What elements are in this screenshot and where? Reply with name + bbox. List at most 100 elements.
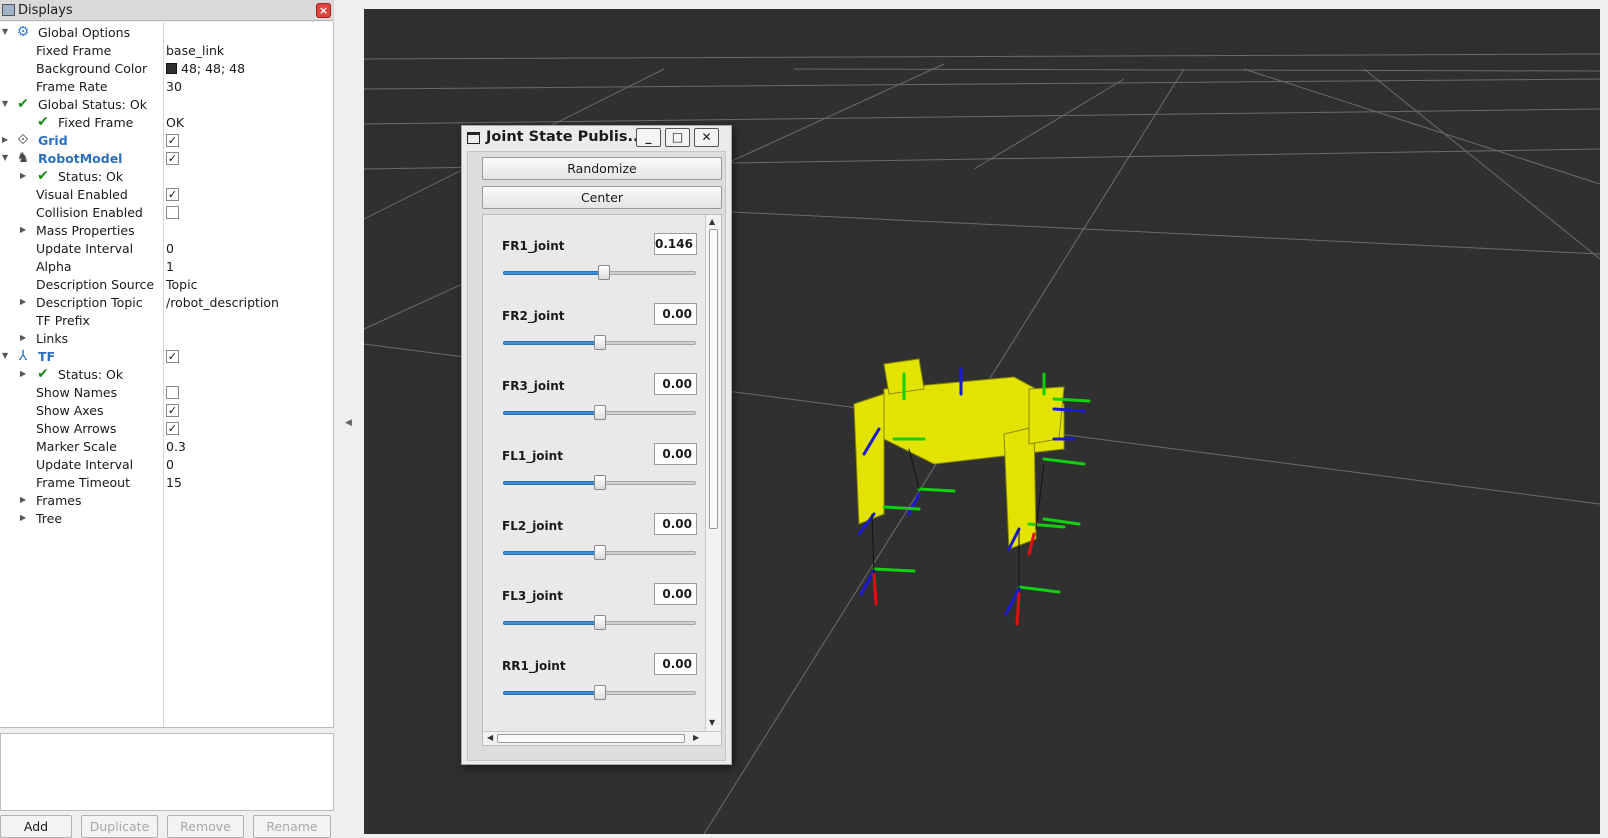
tree-row-show-arrows[interactable]: Show Arrows ✓ [0, 419, 333, 437]
tree-row-mass-properties[interactable]: ▶ Mass Properties [0, 221, 333, 239]
row-value[interactable]: /robot_description [166, 295, 279, 310]
row-value[interactable]: base_link [166, 43, 224, 58]
tf-checkbox[interactable]: ✓ [166, 350, 179, 363]
joint-value-field[interactable]: 0.00 [654, 303, 697, 325]
grid-checkbox[interactable]: ✓ [166, 134, 179, 147]
joint-value-field[interactable]: 0.00 [654, 443, 697, 465]
tree-row-tree[interactable]: ▶ Tree [0, 509, 333, 527]
tree-row-tf-status[interactable]: ▶ ✔ Status: Ok [0, 365, 333, 383]
scroll-left-icon[interactable]: ◀ [487, 733, 493, 742]
joint-slider-handle[interactable] [597, 265, 610, 280]
joint-slider-handle[interactable] [593, 405, 606, 420]
joint-value-field[interactable]: 0.00 [654, 653, 697, 675]
joint-slider-handle[interactable] [593, 615, 606, 630]
scroll-up-icon[interactable]: ▲ [709, 217, 715, 226]
joint-slider-handle[interactable] [593, 475, 606, 490]
visual-enabled-checkbox[interactable]: ✓ [166, 188, 179, 201]
tree-row-tf-update-interval[interactable]: Update Interval 0 [0, 455, 333, 473]
tree-row-marker-scale[interactable]: Marker Scale 0.3 [0, 437, 333, 455]
close-icon[interactable]: × [316, 3, 331, 18]
close-button[interactable]: ✕ [694, 128, 719, 147]
joint-list-scroll-area[interactable]: FR1_joint 0.146 FR2_joint 0.00 FR3_joint 0.00… [482, 214, 722, 746]
expand-arrow-icon[interactable]: ▼ [2, 27, 10, 37]
collapsed-arrow-icon[interactable]: ▶ [20, 171, 28, 181]
horizontal-scrollbar[interactable]: ◀ ▶ [483, 731, 721, 745]
rename-button[interactable]: Rename [253, 815, 331, 838]
row-value[interactable]: 0 [166, 241, 174, 256]
collapsed-arrow-icon[interactable]: ▶ [20, 513, 28, 523]
tree-row-show-names[interactable]: Show Names [0, 383, 333, 401]
robotmodel-checkbox[interactable]: ✓ [166, 152, 179, 165]
tree-row-links[interactable]: ▶ Links [0, 329, 333, 347]
vertical-scrollbar[interactable]: ▲ ▼ [705, 215, 721, 731]
tree-row-fixed-frame[interactable]: Fixed Frame base_link [0, 41, 333, 59]
scrollbar-thumb[interactable] [709, 229, 718, 529]
scroll-down-icon[interactable]: ▼ [709, 718, 715, 727]
tree-row-tf[interactable]: ▼ ⅄ TF ✓ [0, 347, 333, 365]
add-button[interactable]: Add [0, 815, 72, 838]
row-value[interactable]: 1 [166, 259, 174, 274]
row-value[interactable]: 48; 48; 48 [166, 61, 245, 76]
tree-row-frame-rate[interactable]: Frame Rate 30 [0, 77, 333, 95]
scroll-right-icon[interactable]: ▶ [693, 733, 699, 742]
tree-row-show-axes[interactable]: Show Axes ✓ [0, 401, 333, 419]
tree-row-update-interval[interactable]: Update Interval 0 [0, 239, 333, 257]
joint-slider-handle[interactable] [593, 545, 606, 560]
expand-arrow-icon[interactable]: ▼ [2, 351, 10, 361]
expand-arrow-icon[interactable]: ▼ [2, 153, 10, 163]
scrollbar-thumb[interactable] [497, 734, 685, 743]
tree-row-robotmodel[interactable]: ▼ ♞ RobotModel ✓ [0, 149, 333, 167]
maximize-button[interactable]: □ [665, 128, 690, 147]
window-titlebar[interactable]: Joint State Publis... _ □ ✕ [462, 126, 731, 150]
tree-row-fixed-frame-status[interactable]: ✔ Fixed Frame OK [0, 113, 333, 131]
joint-value-field[interactable]: 0.00 [654, 373, 697, 395]
joint-value-field[interactable]: 0.00 [654, 583, 697, 605]
duplicate-button[interactable]: Duplicate [81, 815, 158, 838]
minimize-button[interactable]: _ [636, 128, 661, 147]
expand-arrow-icon[interactable]: ▼ [2, 99, 10, 109]
collapsed-arrow-icon[interactable]: ▶ [20, 297, 28, 307]
collapsed-arrow-icon[interactable]: ▶ [2, 135, 10, 145]
collapsed-arrow-icon[interactable]: ▶ [20, 495, 28, 505]
row-value[interactable]: 15 [166, 475, 182, 490]
remove-button[interactable]: Remove [167, 815, 244, 838]
show-names-checkbox[interactable] [166, 386, 179, 399]
joint-value-field[interactable]: 0.00 [654, 513, 697, 535]
tree-row-alpha[interactable]: Alpha 1 [0, 257, 333, 275]
tree-row-collision-enabled[interactable]: Collision Enabled [0, 203, 333, 221]
tree-row-tf-prefix[interactable]: TF Prefix [0, 311, 333, 329]
tree-row-robotmodel-status[interactable]: ▶ ✔ Status: Ok [0, 167, 333, 185]
tree-row-visual-enabled[interactable]: Visual Enabled ✓ [0, 185, 333, 203]
color-swatch [166, 63, 177, 74]
row-value[interactable]: 0.3 [166, 439, 186, 454]
panel-splitter[interactable]: ◀ [334, 0, 364, 838]
tree-row-frame-timeout[interactable]: Frame Timeout 15 [0, 473, 333, 491]
row-value[interactable]: Topic [166, 277, 197, 292]
center-button[interactable]: Center [482, 186, 722, 209]
show-axes-checkbox[interactable]: ✓ [166, 404, 179, 417]
tree-row-grid[interactable]: ▶ ⟐ Grid ✓ [0, 131, 333, 149]
joint-state-publisher-window[interactable]: Joint State Publis... _ □ ✕ Randomize Ce… [461, 125, 732, 765]
tree-row-global-options[interactable]: ▼ ⚙ Global Options [0, 23, 333, 41]
joint-value-field[interactable]: 0.146 [654, 233, 697, 255]
tree-row-frames[interactable]: ▶ Frames [0, 491, 333, 509]
collapsed-arrow-icon[interactable]: ▶ [20, 369, 28, 379]
tree-row-background-color[interactable]: Background Color 48; 48; 48 [0, 59, 333, 77]
row-value[interactable]: 0 [166, 457, 174, 472]
joint-slider-handle[interactable] [593, 335, 606, 350]
joint-slider-fill [503, 411, 600, 415]
randomize-button[interactable]: Randomize [482, 157, 722, 180]
collision-enabled-checkbox[interactable] [166, 206, 179, 219]
show-arrows-checkbox[interactable]: ✓ [166, 422, 179, 435]
window-title: Joint State Publis... [486, 129, 645, 145]
row-value[interactable]: 30 [166, 79, 182, 94]
collapse-arrow-icon[interactable]: ◀ [345, 418, 352, 428]
displays-panel: Displays × ▼ ⚙ Global Options Fixed Fram… [0, 0, 334, 838]
tree-row-global-status[interactable]: ▼ ✔ Global Status: Ok [0, 95, 333, 113]
tree-row-description-topic[interactable]: ▶ Description Topic /robot_description [0, 293, 333, 311]
tree-row-description-source[interactable]: Description Source Topic [0, 275, 333, 293]
collapsed-arrow-icon[interactable]: ▶ [20, 225, 28, 235]
joint-slider-handle[interactable] [593, 685, 606, 700]
row-label: Frames [36, 493, 82, 508]
collapsed-arrow-icon[interactable]: ▶ [20, 333, 28, 343]
